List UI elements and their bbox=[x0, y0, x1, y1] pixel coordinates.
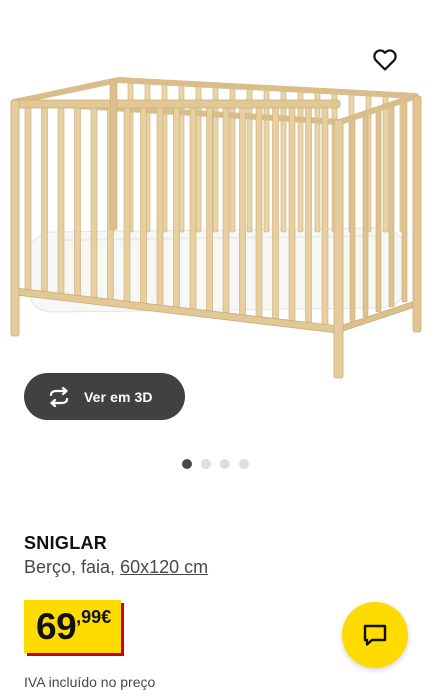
crib-slat bbox=[140, 105, 147, 304]
crib-slat bbox=[173, 105, 180, 308]
price-integer: 69 bbox=[36, 606, 77, 647]
crib-slat bbox=[362, 111, 369, 318]
crib-slat bbox=[375, 107, 382, 313]
crib-slat bbox=[288, 105, 296, 322]
crib-slat bbox=[189, 105, 197, 310]
view-3d-label: Ver em 3D bbox=[84, 388, 153, 405]
crib-slat bbox=[388, 103, 395, 308]
product-dimensions-link[interactable]: 60x120 cm bbox=[120, 557, 208, 577]
crib-slat bbox=[305, 105, 312, 324]
crib-slat bbox=[222, 105, 230, 314]
crib-slat bbox=[239, 105, 246, 316]
crib-slat bbox=[123, 105, 131, 302]
crib-slat bbox=[90, 105, 98, 299]
product-description: Berço, faia, 60x120 cm bbox=[24, 557, 208, 578]
chat-button[interactable] bbox=[342, 602, 408, 668]
heart-icon bbox=[373, 49, 397, 71]
crib-slat bbox=[229, 87, 236, 233]
crib-slat bbox=[382, 95, 389, 233]
crib-slat bbox=[314, 91, 321, 233]
price-currency: € bbox=[101, 607, 112, 627]
view-3d-button[interactable]: Ver em 3D bbox=[24, 373, 185, 420]
crib-slat bbox=[57, 105, 65, 295]
crib-slat bbox=[272, 105, 279, 320]
favorite-button[interactable] bbox=[365, 40, 405, 80]
carousel-dot[interactable] bbox=[201, 459, 211, 469]
price-decimal: ,99 bbox=[76, 607, 102, 627]
chat-icon bbox=[363, 624, 387, 646]
crib-slat bbox=[246, 88, 253, 233]
crib-slat bbox=[206, 105, 213, 312]
crib-slat bbox=[41, 105, 48, 293]
carousel-indicator bbox=[182, 459, 249, 469]
crib-slat bbox=[24, 105, 32, 291]
crib-slat bbox=[401, 99, 408, 303]
carousel-dot[interactable] bbox=[239, 459, 249, 469]
crib-slat bbox=[263, 88, 270, 233]
crib-slat bbox=[280, 89, 287, 233]
vat-note: IVA incluído no preço bbox=[24, 674, 156, 690]
rotate-3d-icon bbox=[49, 386, 69, 407]
crib-slat bbox=[255, 105, 263, 318]
carousel-dot[interactable] bbox=[182, 459, 192, 469]
crib-slat bbox=[349, 115, 356, 323]
crib-slat bbox=[156, 105, 164, 306]
crib-slat bbox=[321, 105, 329, 326]
crib-slat bbox=[74, 105, 81, 297]
carousel-dot[interactable] bbox=[220, 459, 230, 469]
crib-slat bbox=[297, 90, 304, 233]
product-name: SNIGLAR bbox=[24, 533, 108, 553]
price-tag: 69 ,99 € bbox=[24, 600, 122, 653]
product-type: Berço, faia, bbox=[24, 557, 116, 577]
